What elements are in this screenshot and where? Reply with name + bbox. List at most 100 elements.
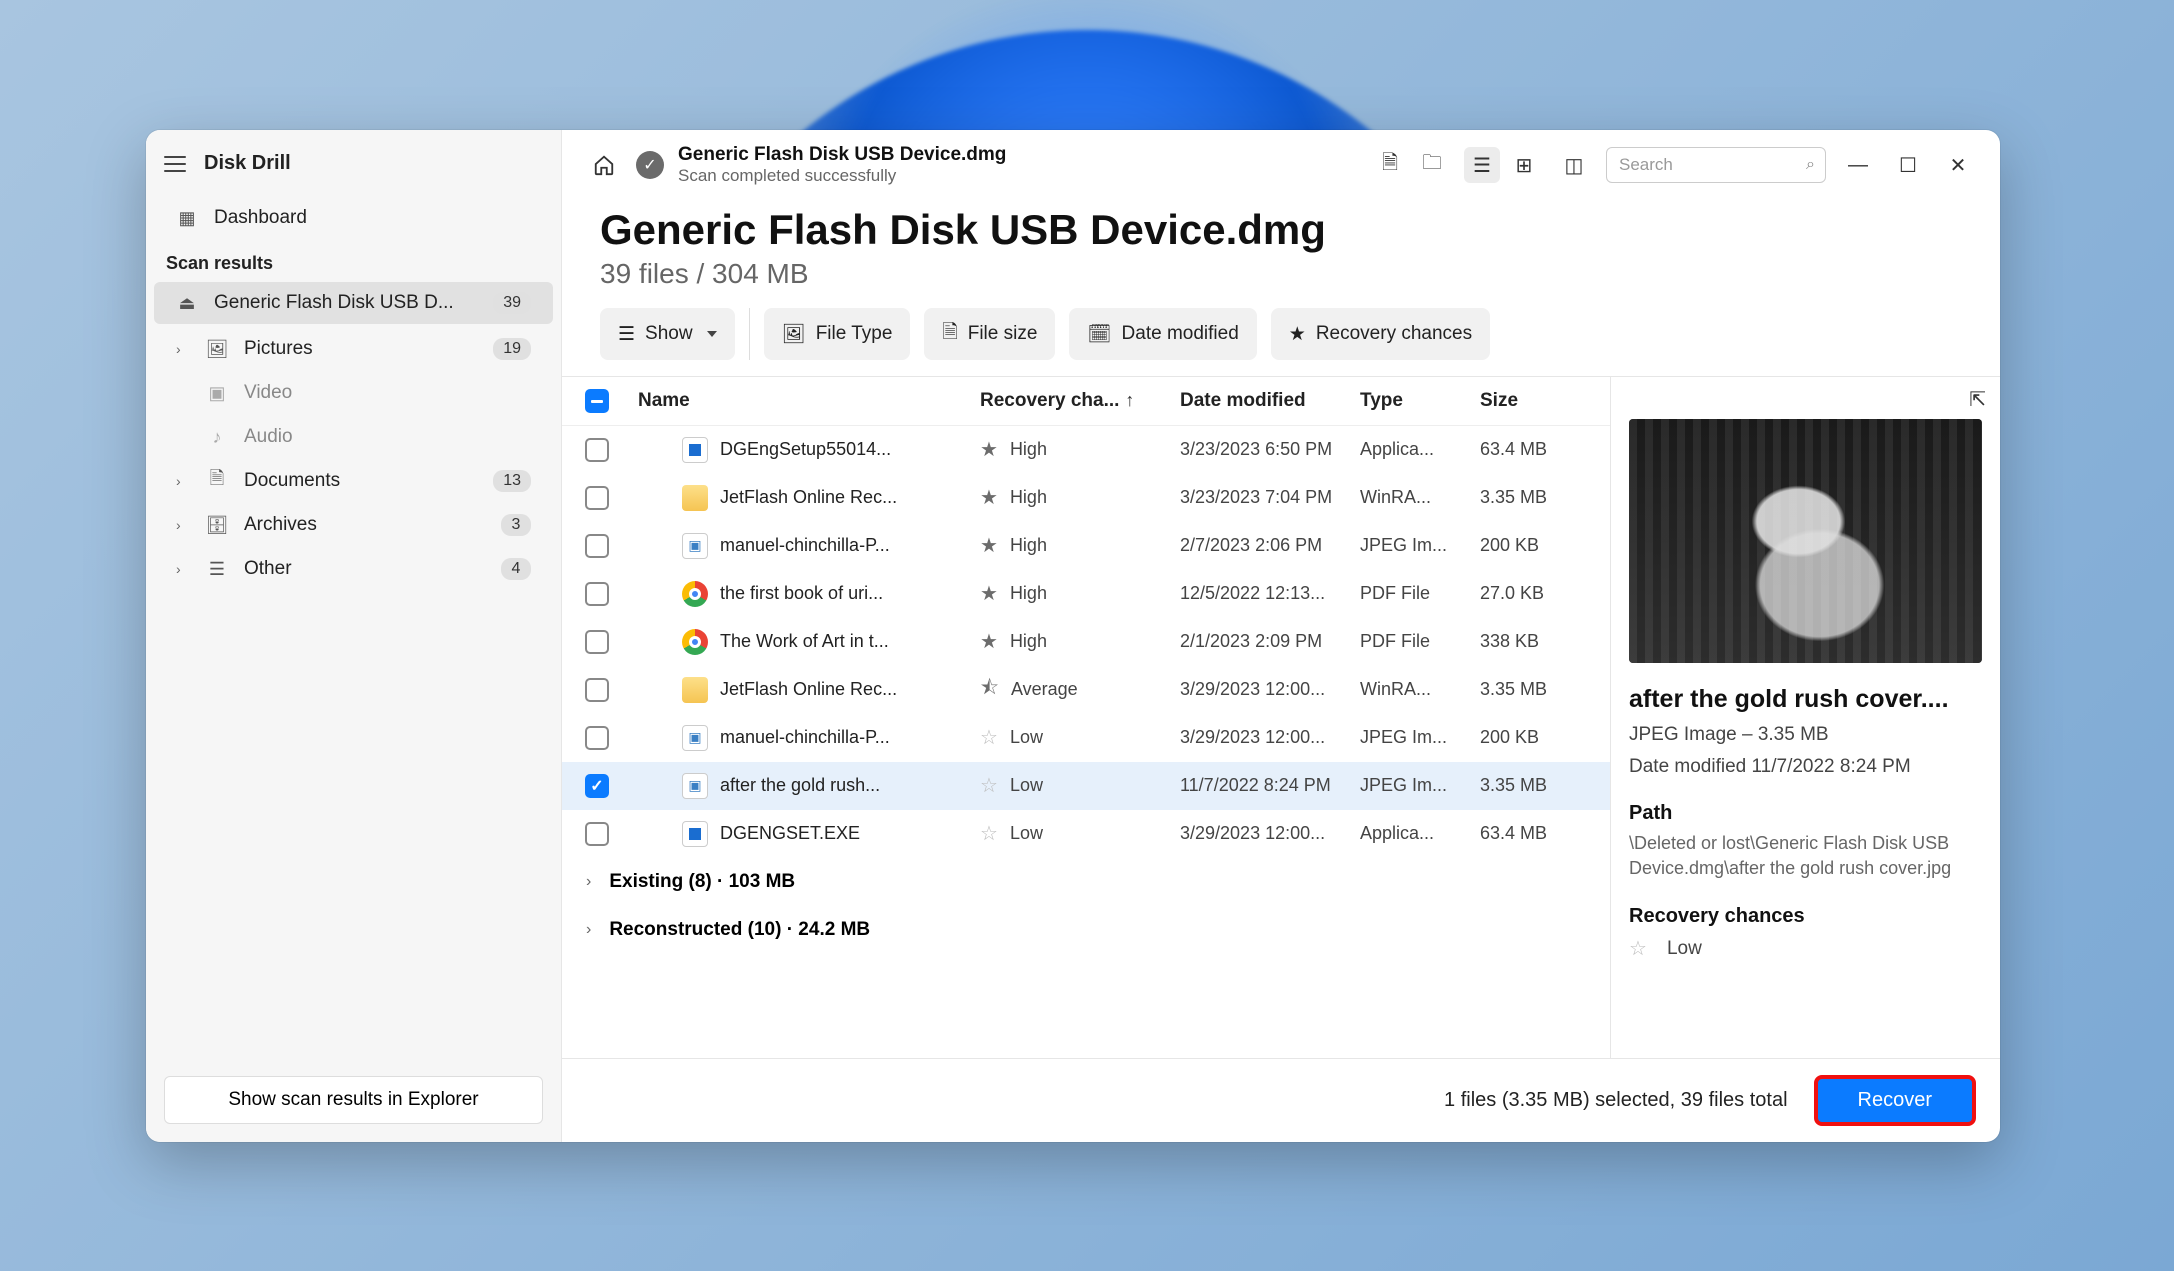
file-type: WinRA... [1360,487,1480,508]
search-icon: ⌕ [1806,156,1815,174]
preview-toggle-icon[interactable]: ◫ [1556,147,1592,183]
archive-icon: 🗄 [206,514,228,536]
star-icon: ★ [980,437,998,462]
recovery-chance: High [1010,535,1047,556]
row-checkbox[interactable] [585,630,609,654]
sidebar-item-audio[interactable]: ♪Audio [154,416,553,458]
sidebar-item-label: Audio [244,426,293,448]
file-icon[interactable]: 🗎 [1372,147,1408,183]
show-in-explorer-button[interactable]: Show scan results in Explorer [164,1076,543,1124]
file-table: Name Recovery cha... Date modified Type … [562,377,1610,1058]
date-modified: 3/29/2023 12:00... [1180,679,1360,700]
other-icon: ☰ [206,558,228,580]
col-name[interactable]: Name [632,390,980,412]
recovery-chance: High [1010,631,1047,652]
table-row[interactable]: the first book of uri...★High12/5/2022 1… [562,570,1610,618]
main-panel: ✓ Generic Flash Disk USB Device.dmg Scan… [562,130,2000,1142]
chip-date-modified[interactable]: 🗓Date modified [1069,308,1256,360]
row-checkbox[interactable] [585,678,609,702]
minimize-button[interactable]: — [1840,147,1876,183]
chevron-right-icon: › [176,341,190,357]
table-row[interactable]: DGENGSET.EXE☆Low3/29/2023 12:00...Applic… [562,810,1610,858]
chip-file-type[interactable]: 🖼File Type [764,308,911,360]
star-icon: ★ [980,581,998,606]
row-checkbox[interactable] [585,534,609,558]
folder-icon[interactable]: 🗀 [1414,147,1450,183]
date-modified: 2/1/2023 2:09 PM [1180,631,1360,652]
date-modified: 3/29/2023 12:00... [1180,823,1360,844]
date-modified: 12/5/2022 12:13... [1180,583,1360,604]
row-checkbox[interactable] [585,774,609,798]
file-icon [682,629,708,655]
sidebar: Disk Drill ▦ Dashboard Scan results ⏏ Ge… [146,130,562,1142]
popout-icon[interactable]: ⇱ [1969,387,1986,412]
preview-meta-date: Date modified 11/7/2022 8:24 PM [1629,756,1982,778]
chevron-right-icon: › [176,517,190,533]
row-checkbox[interactable] [585,438,609,462]
col-size[interactable]: Size [1480,390,1610,412]
file-size: 3.35 MB [1480,679,1610,700]
group-existing[interactable]: › Existing (8) · 103 MB [562,858,1610,906]
sidebar-item-dashboard[interactable]: ▦ Dashboard [154,197,553,239]
preview-path-label: Path [1629,802,1982,825]
file-type: PDF File [1360,631,1480,652]
search-input[interactable]: Search ⌕ [1606,147,1826,183]
row-checkbox[interactable] [585,582,609,606]
chip-show[interactable]: ☰Show [600,308,735,360]
chip-recovery-chances[interactable]: ★Recovery chances [1271,308,1490,360]
row-checkbox[interactable] [585,726,609,750]
grid-icon: ▦ [176,207,198,229]
table-row[interactable]: DGEngSetup55014...★High3/23/2023 6:50 PM… [562,426,1610,474]
count-badge: 4 [501,558,531,580]
table-row[interactable]: The Work of Art in t...★High2/1/2023 2:0… [562,618,1610,666]
sidebar-item-other[interactable]: ›☰Other4 [154,548,553,590]
document-icon: 🗎 [206,470,228,492]
image-icon: 🖼 [206,338,228,360]
file-icon [682,725,708,751]
hamburger-icon[interactable] [164,153,186,175]
file-icon [682,533,708,559]
table-row[interactable]: manuel-chinchilla-P...☆Low3/29/2023 12:0… [562,714,1610,762]
table-header: Name Recovery cha... Date modified Type … [562,377,1610,426]
file-name: DGEngSetup55014... [720,439,891,460]
sidebar-item-label: Video [244,382,292,404]
sidebar-item-documents[interactable]: ›🗎Documents13 [154,460,553,502]
select-all-checkbox[interactable] [585,389,609,413]
recover-button[interactable]: Recover [1816,1077,1974,1124]
footer: 1 files (3.35 MB) selected, 39 files tot… [562,1058,2000,1142]
app-name: Disk Drill [204,152,291,175]
chevron-right-icon: › [176,561,190,577]
group-reconstructed[interactable]: › Reconstructed (10) · 24.2 MB [562,906,1610,954]
col-date[interactable]: Date modified [1180,390,1360,412]
list-view-icon[interactable]: ☰ [1464,147,1500,183]
col-recovery[interactable]: Recovery cha... [980,390,1180,412]
file-size: 63.4 MB [1480,823,1610,844]
row-checkbox[interactable] [585,486,609,510]
grid-view-icon[interactable]: ⊞ [1506,147,1542,183]
col-type[interactable]: Type [1360,390,1480,412]
maximize-button[interactable]: ☐ [1890,147,1926,183]
chevron-right-icon: › [586,873,591,891]
file-name: after the gold rush... [720,775,880,796]
sidebar-item-drive[interactable]: ⏏ Generic Flash Disk USB D... 39 [154,282,553,324]
star-icon: ⯪ [980,673,999,707]
recovery-chance: Low [1010,727,1043,748]
row-checkbox[interactable] [585,822,609,846]
table-row[interactable]: after the gold rush...☆Low11/7/2022 8:24… [562,762,1610,810]
sidebar-item-archives[interactable]: ›🗄Archives3 [154,504,553,546]
file-size: 63.4 MB [1480,439,1610,460]
drive-icon: ⏏ [176,292,198,314]
table-row[interactable]: manuel-chinchilla-P...★High2/7/2023 2:06… [562,522,1610,570]
filter-icon: ☰ [618,323,635,346]
file-type: WinRA... [1360,679,1480,700]
sidebar-item-video[interactable]: ▣Video [154,372,553,414]
sidebar-item-pictures[interactable]: ›🖼Pictures19 [154,328,553,370]
recovery-chance: High [1010,439,1047,460]
close-button[interactable]: ✕ [1940,147,1976,183]
home-icon[interactable] [586,147,622,183]
star-icon: ☆ [980,821,998,846]
table-row[interactable]: JetFlash Online Rec...★High3/23/2023 7:0… [562,474,1610,522]
table-row[interactable]: JetFlash Online Rec...⯪Average3/29/2023 … [562,666,1610,714]
chip-file-size[interactable]: 🗎File size [924,308,1055,360]
preview-chances-label: Recovery chances [1629,905,1982,928]
